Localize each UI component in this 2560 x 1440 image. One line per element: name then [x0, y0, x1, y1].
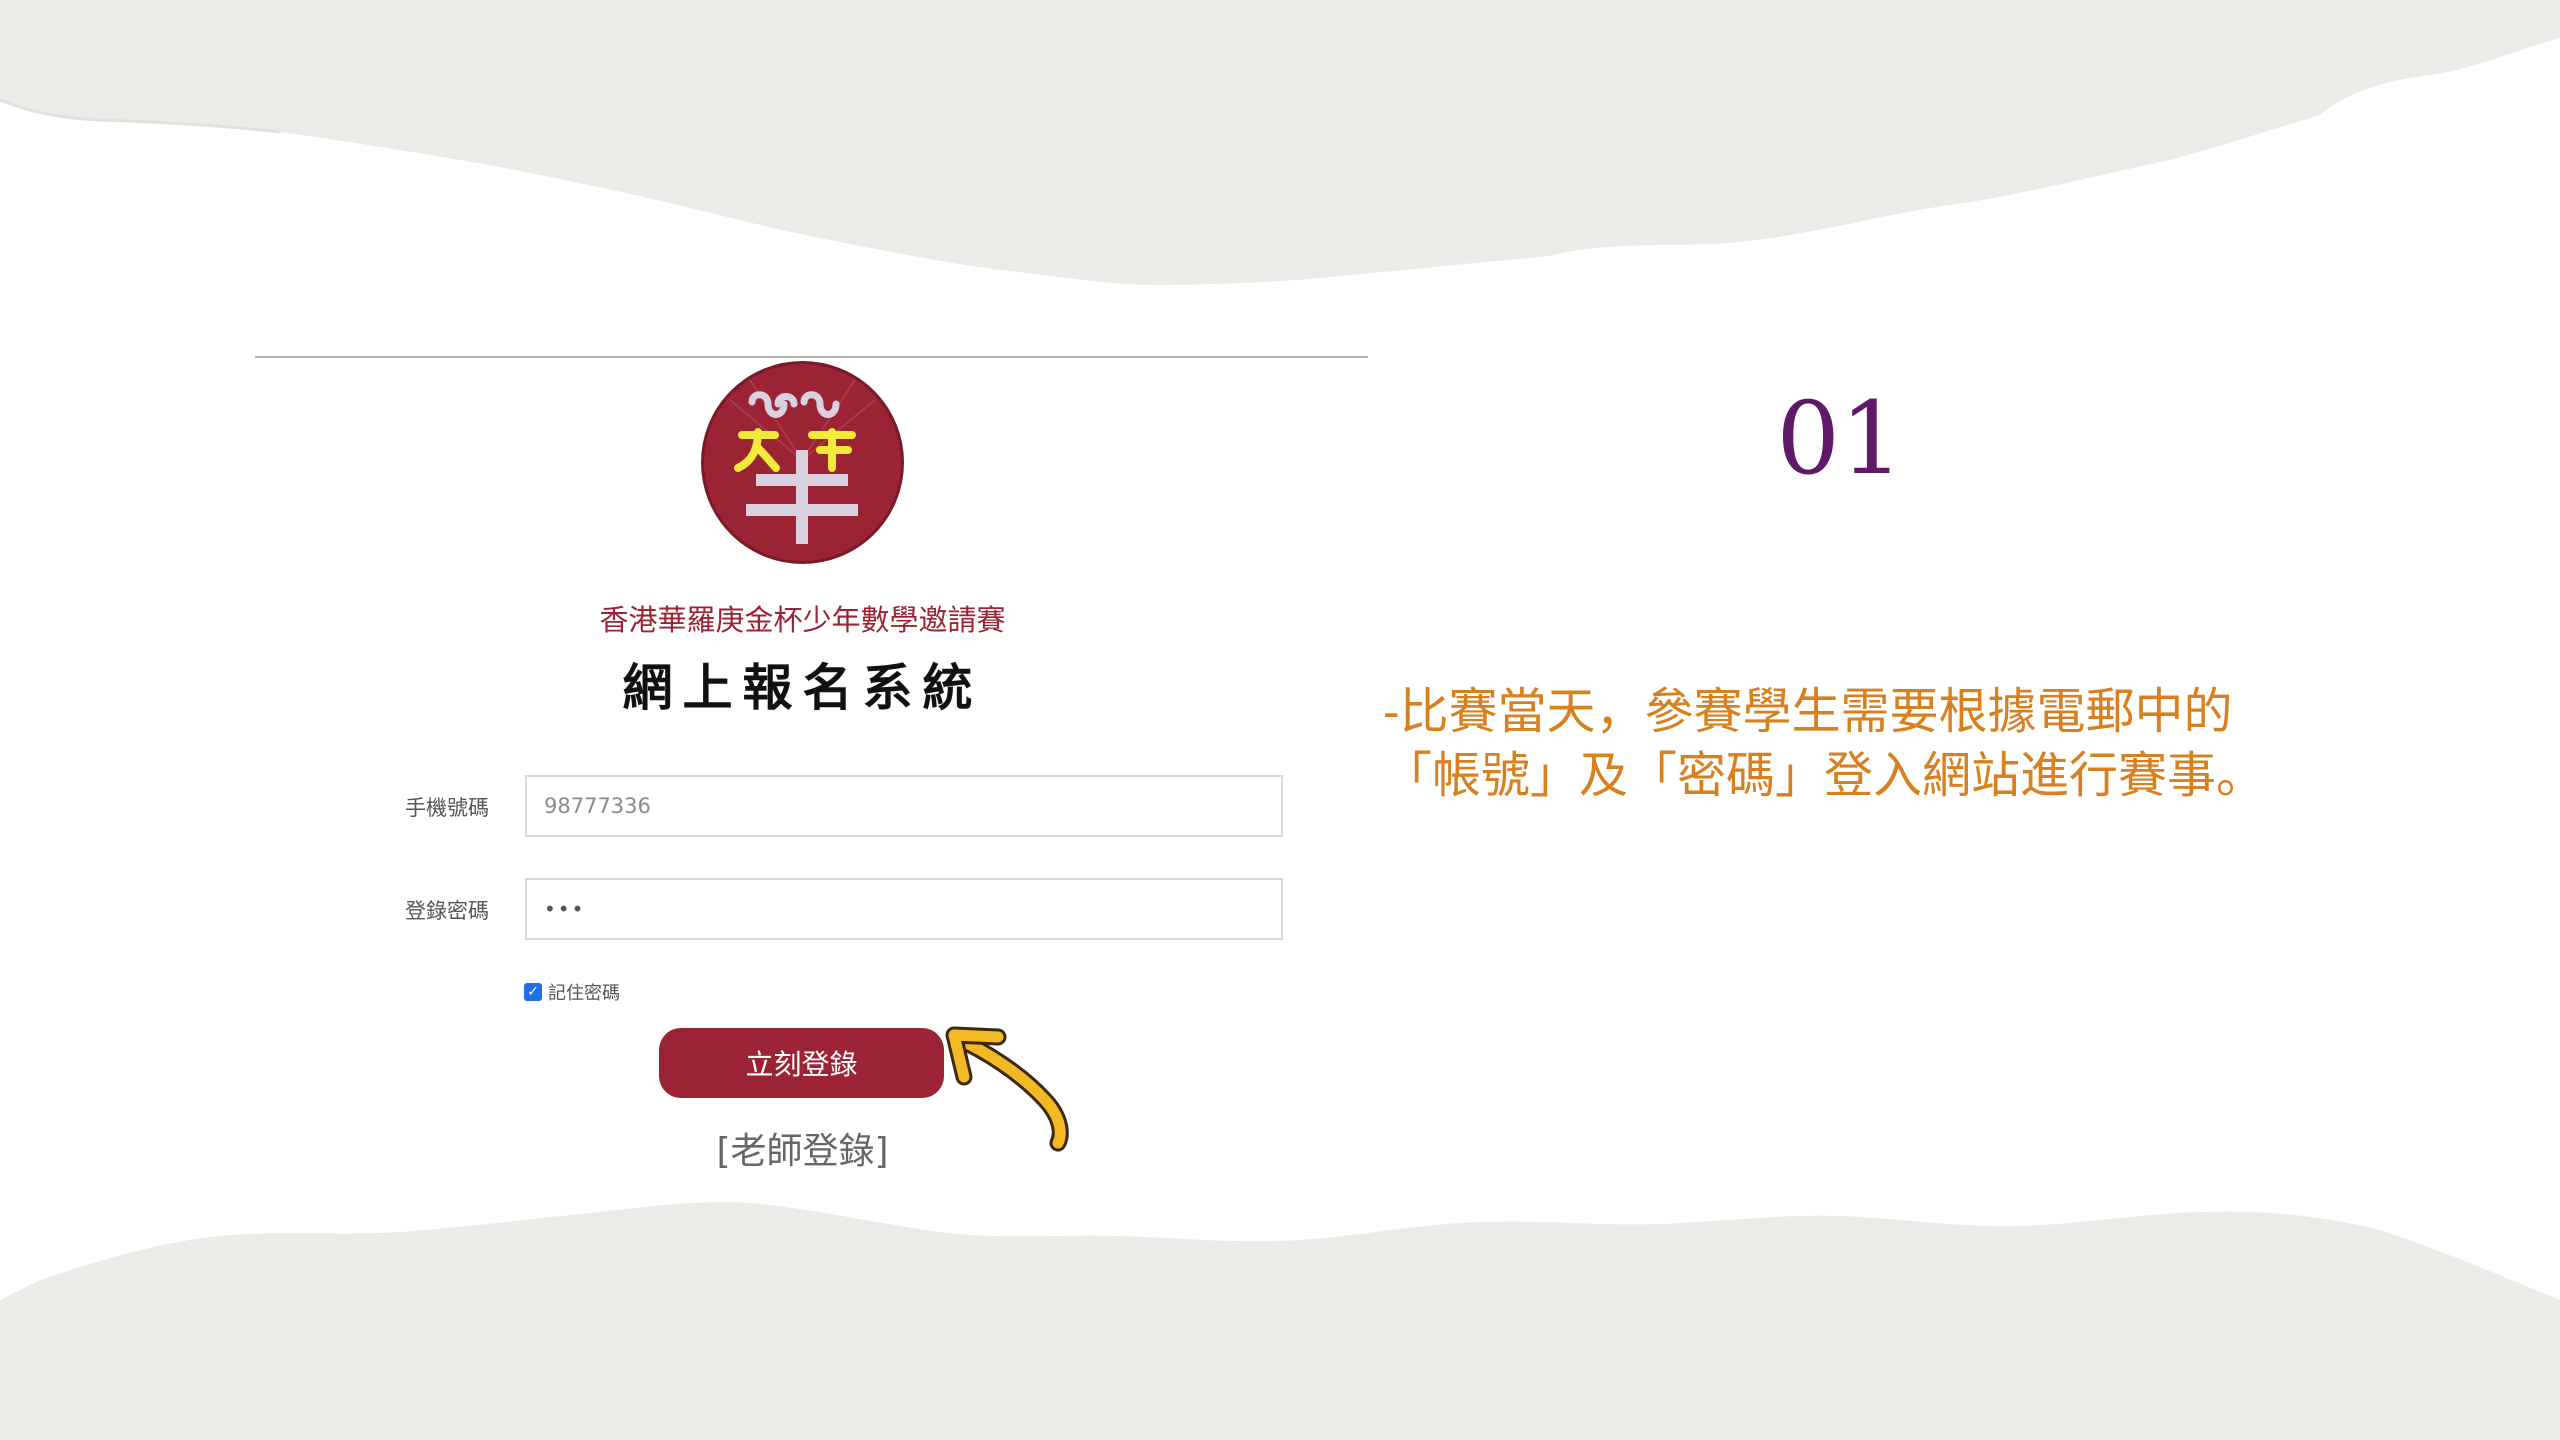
step-number: 01: [1776, 380, 1904, 497]
system-title: 網上報名系統: [622, 659, 983, 717]
phone-label: 手機號碼: [405, 796, 489, 820]
password-label: 登錄密碼: [405, 899, 489, 923]
instruction-text: -比賽當天，參賽學生需要根據電郵中的 「帳號」及「密碼」登入網站進行賽事。: [1383, 680, 2383, 808]
checkmark-icon: ✓: [527, 984, 539, 1000]
pointer-arrow-icon: [945, 1026, 1069, 1152]
instruction-line: 「帳號」及「密碼」登入網站進行賽事。: [1383, 747, 2266, 804]
remember-checkbox[interactable]: ✓: [524, 983, 542, 1001]
instruction-line: -比賽當天，參賽學生需要根據電郵中的: [1383, 683, 2233, 740]
remember-password[interactable]: ✓ 記住密碼: [524, 980, 620, 1004]
divider-line: [255, 356, 1368, 358]
org-name: 香港華羅庚金杯少年數學邀請賽: [599, 603, 1006, 637]
teacher-login-link[interactable]: [老師登錄]: [700, 1122, 905, 1174]
hua-logo-emblem: [701, 361, 904, 564]
password-input[interactable]: [525, 878, 1283, 940]
login-button[interactable]: 立刻登錄: [659, 1028, 944, 1098]
slide: 香港華羅庚金杯少年數學邀請賽 網上報名系統 手機號碼 登錄密碼 ✓ 記住密碼 立…: [0, 0, 2560, 1440]
phone-input[interactable]: [525, 775, 1283, 837]
remember-label: 記住密碼: [548, 983, 620, 1004]
